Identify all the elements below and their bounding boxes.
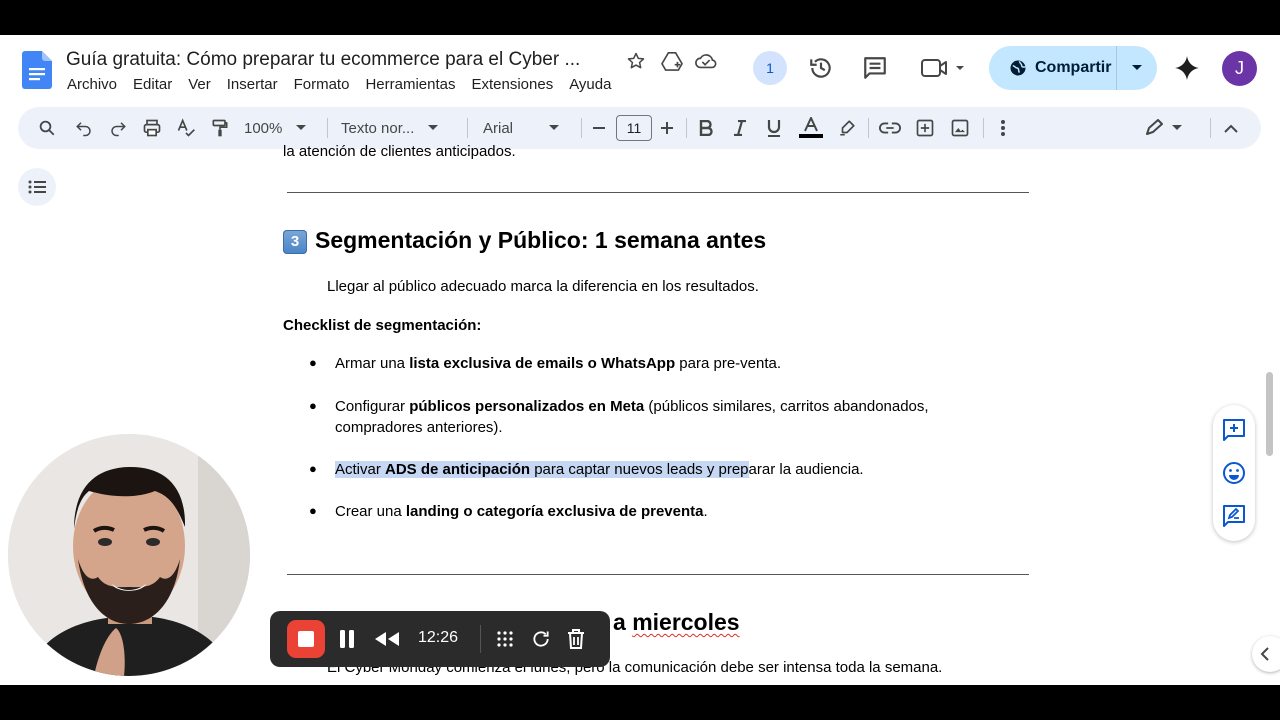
bullet-dot: ● — [309, 461, 317, 476]
menu-ver[interactable]: Ver — [188, 76, 211, 93]
spellcheck-icon[interactable] — [175, 107, 197, 149]
insert-image-icon[interactable] — [949, 107, 971, 149]
italic-icon[interactable] — [730, 107, 750, 149]
recorder-divider — [480, 625, 481, 653]
section-3-intro: Llegar al público adecuado marca la dife… — [327, 278, 759, 295]
section-3-heading: 3 Segmentación y Público: 1 semana antes — [283, 227, 766, 254]
keycap-3-emoji: 3 — [283, 230, 307, 254]
menu-ayuda[interactable]: Ayuda — [569, 76, 611, 93]
rewind-icon[interactable] — [374, 631, 400, 652]
globe-icon — [1010, 60, 1027, 76]
chevron-left-icon — [1260, 647, 1269, 661]
menu-extensiones[interactable]: Extensiones — [471, 76, 553, 93]
bullet-dot: ● — [309, 398, 317, 413]
screen-recorder-controls: 12:26 — [270, 611, 610, 667]
menu-herramientas[interactable]: Herramientas — [365, 76, 455, 93]
restart-icon[interactable] — [531, 629, 551, 654]
outline-list-icon — [28, 180, 46, 194]
horizontal-rule — [287, 192, 1029, 193]
caret-down-icon — [549, 125, 560, 130]
version-history-icon[interactable] — [808, 55, 834, 86]
caret-down-icon — [296, 125, 307, 130]
google-docs-window: Guía gratuita: Cómo preparar tu ecommerc… — [0, 35, 1280, 685]
caret-down-icon — [1132, 65, 1142, 70]
insert-link-icon[interactable] — [878, 107, 902, 149]
share-main[interactable]: Compartir — [989, 46, 1117, 90]
share-button[interactable]: Compartir — [989, 46, 1157, 90]
share-label: Compartir — [1035, 59, 1112, 76]
list-item: Armar una lista exclusiva de emails o Wh… — [335, 355, 782, 372]
text-color-icon[interactable] — [798, 107, 824, 149]
menu-insertar[interactable]: Insertar — [227, 76, 278, 93]
underline-icon[interactable] — [764, 107, 784, 149]
docs-logo-icon[interactable] — [22, 51, 52, 89]
side-panel-toggle[interactable] — [1252, 636, 1280, 672]
meet-video-icon[interactable] — [920, 56, 968, 85]
menu-bar: Archivo Editar Ver Insertar Formato Herr… — [67, 76, 627, 93]
cloud-saved-icon[interactable] — [695, 52, 717, 75]
decrease-font-size-icon[interactable] — [591, 107, 607, 149]
gemini-icon[interactable] — [1174, 55, 1200, 86]
font-value: Arial — [483, 119, 514, 137]
hide-menus-icon[interactable] — [1222, 107, 1240, 149]
account-avatar[interactable]: J — [1222, 51, 1257, 86]
presenter-video-icon — [8, 434, 250, 676]
add-emoji-reaction-icon[interactable] — [1222, 461, 1246, 485]
caret-down-icon — [428, 125, 439, 130]
menu-formato[interactable]: Formato — [294, 76, 350, 93]
editing-mode-icon[interactable] — [1144, 107, 1184, 149]
bullet-dot: ● — [309, 503, 317, 518]
suggest-edits-icon[interactable] — [1222, 504, 1246, 528]
document-outline-button[interactable] — [18, 168, 56, 206]
menu-archivo[interactable]: Archivo — [67, 76, 117, 93]
bold-icon[interactable] — [696, 107, 716, 149]
undo-icon[interactable] — [73, 107, 95, 149]
list-item-continuation: compradores anteriores). — [335, 419, 503, 436]
horizontal-rule — [287, 574, 1029, 575]
star-icon[interactable] — [626, 51, 646, 76]
active-viewers-badge[interactable]: 1 — [753, 51, 787, 85]
floating-actions-panel — [1213, 405, 1255, 541]
list-item: Crear una landing o categoría exclusiva … — [335, 503, 708, 520]
add-comment-side-icon[interactable] — [1222, 418, 1246, 442]
section-4-heading-visible: a miercoles — [613, 609, 740, 635]
checklist-label: Checklist de segmentación: — [283, 317, 482, 334]
list-item-selected[interactable]: Activar ADS de anticipación para captar … — [335, 461, 864, 478]
stop-recording-button[interactable] — [287, 620, 325, 658]
webcam-bubble[interactable] — [8, 434, 250, 676]
paragraph-style-value: Texto nor... — [341, 119, 415, 137]
menu-editar[interactable]: Editar — [133, 76, 172, 93]
add-comment-icon[interactable] — [914, 107, 936, 149]
grid-dots-icon[interactable] — [496, 630, 514, 653]
recording-timer: 12:26 — [418, 629, 459, 646]
print-icon[interactable] — [141, 107, 163, 149]
vertical-scrollbar[interactable] — [1266, 372, 1273, 456]
highlight-color-icon[interactable] — [837, 107, 857, 149]
pause-icon[interactable] — [338, 629, 356, 654]
more-options-icon[interactable] — [994, 107, 1012, 149]
formatting-toolbar: 100% Texto nor... Arial 11 — [18, 107, 1261, 149]
zoom-value: 100% — [244, 119, 283, 137]
share-dropdown[interactable] — [1117, 64, 1157, 72]
delete-icon[interactable] — [566, 628, 586, 655]
partial-paragraph: la atención de clientes anticipados. — [283, 143, 516, 160]
bullet-dot: ● — [309, 355, 317, 370]
misspelled-word[interactable]: miercoles — [632, 609, 739, 635]
paint-format-icon[interactable] — [209, 107, 231, 149]
list-item: Configurar públicos personalizados en Me… — [335, 398, 929, 415]
font-size-input[interactable]: 11 — [616, 115, 652, 141]
section-3-title: Segmentación y Público: 1 semana antes — [315, 227, 767, 253]
search-menus-icon[interactable] — [36, 107, 58, 149]
document-title[interactable]: Guía gratuita: Cómo preparar tu ecommerc… — [66, 49, 580, 71]
move-to-drive-icon[interactable] — [661, 51, 683, 76]
redo-icon[interactable] — [107, 107, 129, 149]
comments-icon[interactable] — [862, 55, 888, 86]
increase-font-size-icon[interactable] — [659, 107, 675, 149]
